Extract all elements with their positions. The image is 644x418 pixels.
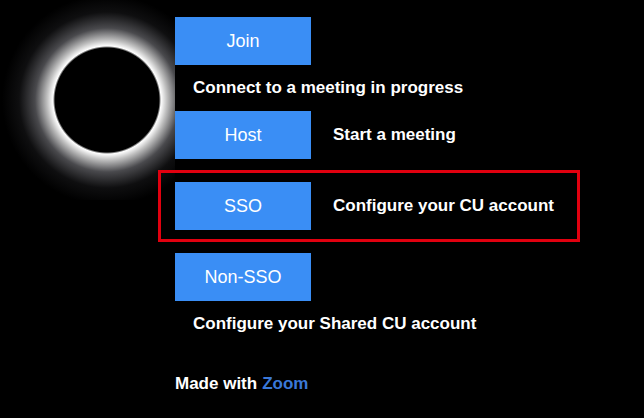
option-button[interactable]: SSO (175, 182, 311, 230)
option-description: Start a meeting (333, 123, 456, 147)
option-button[interactable]: Join (175, 17, 311, 65)
option-item: Non-SSO Configure your Shared CU account (175, 253, 580, 336)
launcher-page: Join Connect to a meeting in progress Host… (0, 0, 644, 418)
options-list: Join Connect to a meeting in progress Host… (175, 17, 580, 336)
option-row: Join (175, 17, 580, 65)
option-button[interactable]: Non-SSO (175, 253, 311, 301)
option-description: Connect to a meeting in progress (175, 76, 580, 100)
option-row: SSO Configure your CU account (175, 182, 577, 230)
footer: Made withZoom (175, 372, 580, 396)
option-row: Non-SSO (175, 253, 580, 301)
options-column: Join Connect to a meeting in progress Host… (175, 0, 580, 418)
option-item: Join Connect to a meeting in progress (175, 17, 580, 100)
option-description: Configure your Shared CU account (175, 312, 580, 336)
eclipse-photo (0, 0, 175, 200)
option-row: Host Start a meeting (175, 111, 580, 159)
option-item: Host Start a meeting (175, 111, 580, 159)
option-button[interactable]: Host (175, 111, 311, 159)
option-description: Configure your CU account (333, 194, 554, 218)
footer-text: Made with (175, 372, 257, 396)
option-item: SSO Configure your CU account (158, 170, 580, 242)
zoom-link[interactable]: Zoom (262, 372, 308, 396)
